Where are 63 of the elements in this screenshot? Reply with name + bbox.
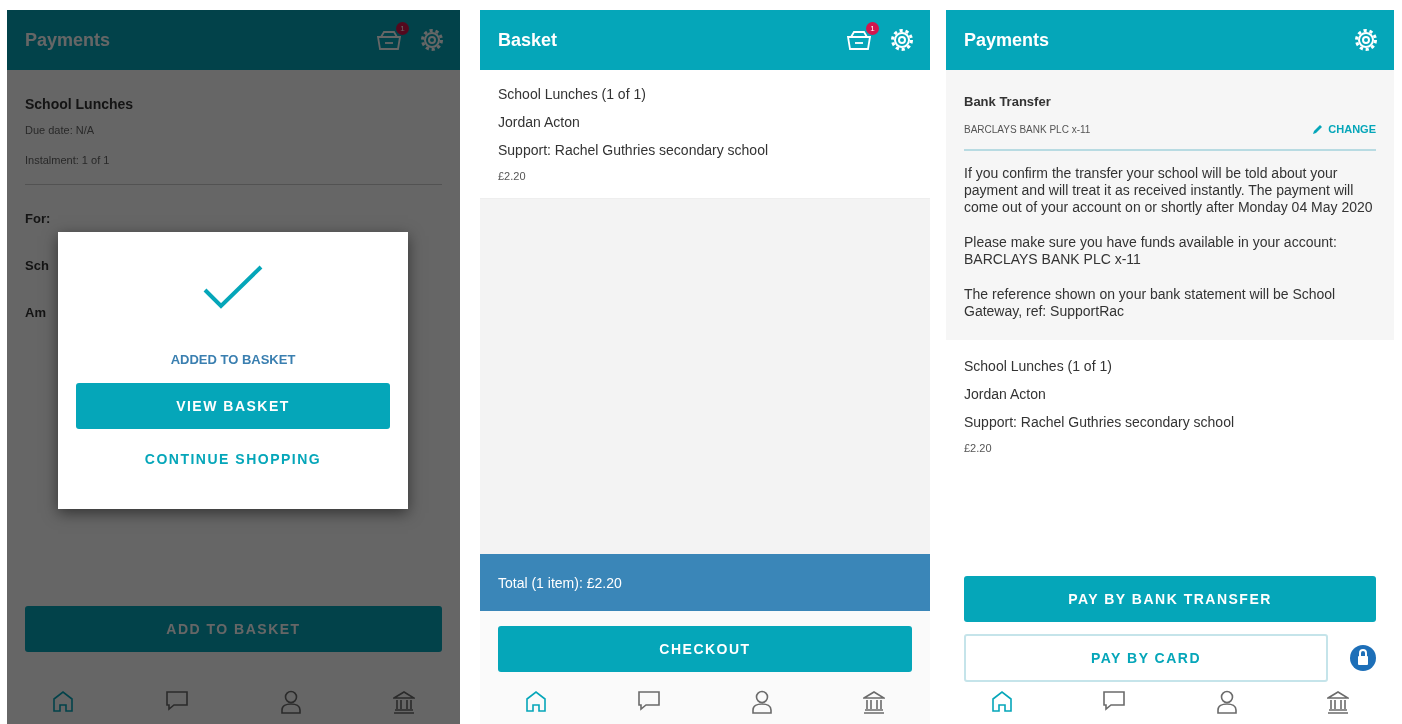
home-icon (990, 690, 1013, 712)
checkmark-icon (202, 264, 264, 310)
settings-icon[interactable] (1354, 28, 1378, 52)
dialog-message: ADDED TO BASKET (170, 352, 296, 367)
item-price: £2.20 (498, 170, 527, 182)
chat-bubble-icon (165, 690, 190, 712)
info-paragraph: Please make sure you have funds available in your account: BARCLAYS BANK PLC x-11 (964, 234, 1338, 268)
pay-by-card-button[interactable]: PAY BY CARD (964, 634, 1328, 682)
home-icon (525, 690, 547, 712)
nav-tab[interactable] (990, 690, 1013, 712)
nav-tab[interactable] (863, 690, 885, 714)
item-detail: School Lunches (1 of 1) (964, 358, 1113, 374)
add-to-basket-button[interactable]: ADD TO BASKET (25, 606, 442, 652)
payment-method-title: Bank Transfer (964, 94, 1052, 109)
chat-bubble-icon (1102, 690, 1127, 712)
person-icon (1215, 690, 1238, 714)
bank-icon (1327, 690, 1350, 714)
checkout-button[interactable]: CHECKOUT (498, 626, 912, 672)
person-icon (751, 690, 773, 714)
basket-total: Total (1 item): £2.20 (480, 554, 930, 611)
screen-title: Basket (498, 29, 558, 51)
pay-by-bank-transfer-button[interactable]: PAY BY BANK TRANSFER (964, 576, 1376, 622)
bank-icon (863, 690, 885, 714)
person-icon (279, 690, 302, 714)
screen-title: Payments (25, 29, 111, 51)
nav-tab[interactable] (279, 690, 302, 714)
nav-tab[interactable] (392, 690, 415, 714)
basket-count-badge: 1 (866, 22, 879, 35)
basket-icon[interactable] (376, 29, 402, 51)
nav-tab[interactable] (637, 690, 661, 712)
nav-tab[interactable] (525, 690, 547, 712)
chat-bubble-icon (637, 690, 661, 712)
info-paragraph: If you confirm the transfer your school will be told about your payment and will treat it as received instantly. The payment will come out of your account on or shortly after Monday 04 May 2020 (964, 165, 1374, 216)
item-detail: Support: Rachel Guthries secondary school (498, 142, 770, 158)
change-button[interactable]: CHANGE (1312, 123, 1376, 135)
field-label: For: (25, 211, 51, 226)
bank-icon (392, 690, 415, 714)
nav-tab[interactable] (1215, 690, 1238, 714)
bank-account: BARCLAYS BANK PLC x-11 (964, 123, 1091, 135)
field-label: Am (25, 305, 46, 320)
nav-tab[interactable] (1102, 690, 1127, 712)
item-detail: Due date: N/A (25, 124, 96, 136)
item-title: School Lunches (25, 96, 135, 112)
nav-tab[interactable] (1327, 690, 1350, 714)
settings-icon[interactable] (420, 28, 444, 52)
info-paragraph: The reference shown on your bank statement will be School Gateway, ref: SupportRac (964, 286, 1337, 320)
item-detail: School Lunches (1 of 1) (498, 86, 647, 102)
item-detail: Jordan Acton (498, 114, 581, 130)
continue-shopping-link[interactable]: CONTINUE SHOPPING (140, 449, 326, 469)
field-label: Sch (25, 258, 49, 273)
nav-tab[interactable] (165, 690, 190, 712)
basket-count-badge: 1 (396, 22, 409, 35)
nav-tab[interactable] (751, 690, 773, 714)
pencil-icon (1312, 123, 1325, 135)
lock-icon[interactable] (1350, 645, 1376, 671)
settings-icon[interactable] (890, 28, 914, 52)
view-basket-button[interactable]: VIEW BASKET (76, 383, 390, 429)
item-detail: Support: Rachel Guthries secondary school (964, 414, 1236, 430)
item-price: £2.20 (964, 442, 993, 454)
item-detail: Jordan Acton (964, 386, 1047, 402)
screen-title: Payments (964, 29, 1050, 51)
home-icon (52, 690, 75, 712)
basket-icon[interactable] (846, 29, 872, 51)
